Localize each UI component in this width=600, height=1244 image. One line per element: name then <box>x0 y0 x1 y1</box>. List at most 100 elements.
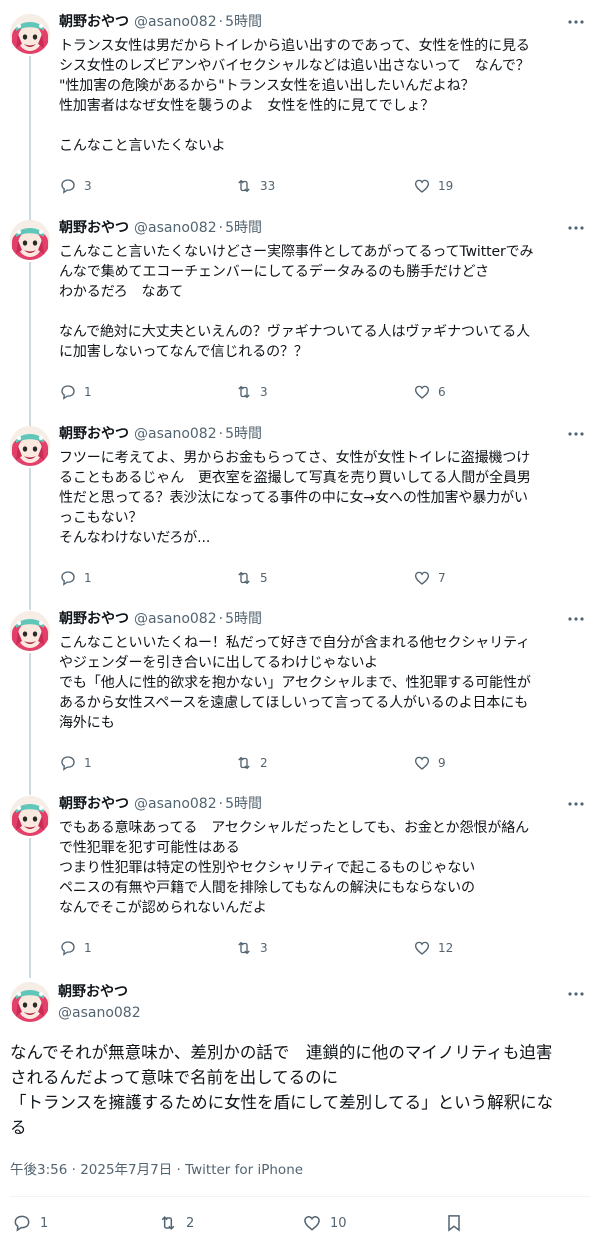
reply-button[interactable]: 1 <box>59 938 92 958</box>
retweet-button[interactable]: 3 <box>235 382 268 402</box>
separator: · <box>218 220 224 236</box>
like-count: 19 <box>438 179 454 193</box>
like-count: 7 <box>438 571 446 585</box>
tweet-time[interactable]: 5時間 <box>225 218 262 238</box>
bookmark-button[interactable] <box>444 1212 464 1234</box>
thread-tweet[interactable]: 朝野おやつ @asano082 · 5時間 トランス女性は男だからトイレから追い… <box>0 0 600 206</box>
tweet-actions: 1 5 7 <box>59 568 585 588</box>
reply-bubble-icon <box>59 939 77 957</box>
reply-button[interactable]: 1 <box>12 1212 48 1234</box>
like-button[interactable]: 10 <box>302 1212 347 1234</box>
more-dots-icon[interactable] <box>566 218 586 238</box>
tweet-actions: 1 2 9 <box>59 753 585 773</box>
reply-button[interactable]: 1 <box>59 382 92 402</box>
heart-icon <box>413 383 431 401</box>
reply-button[interactable]: 1 <box>59 753 92 773</box>
retweet-button[interactable]: 2 <box>235 753 268 773</box>
retweet-arrows-icon <box>235 569 253 587</box>
reply-bubble-icon <box>59 569 77 587</box>
main-tweet-actions: 1 2 10 <box>12 1212 492 1234</box>
retweet-arrows-icon <box>235 754 253 772</box>
heart-icon <box>413 939 431 957</box>
like-count: 6 <box>438 385 446 399</box>
main-tweet-text: なんでそれが無意味か、差別かの話で 連鎖的に他のマイノリティも迫害 されるんだよ… <box>10 1043 554 1137</box>
reply-count: 3 <box>84 179 92 193</box>
more-dots-icon[interactable] <box>566 794 586 814</box>
heart-icon <box>413 569 431 587</box>
avatar[interactable] <box>10 220 50 260</box>
like-count: 9 <box>438 756 446 770</box>
reply-button[interactable]: 1 <box>59 568 92 588</box>
author-name[interactable]: 朝野おやつ <box>59 794 129 814</box>
retweet-count: 33 <box>260 179 276 193</box>
tweet-header: 朝野おやつ @asano082 · 5時間 <box>59 218 262 238</box>
retweet-count: 2 <box>260 756 268 770</box>
more-dots-icon[interactable] <box>566 12 586 32</box>
author-name[interactable]: 朝野おやつ <box>59 12 129 32</box>
tweet-time[interactable]: 5時間 <box>225 424 262 444</box>
separator: · <box>218 796 224 812</box>
retweet-button[interactable]: 3 <box>235 938 268 958</box>
tweet-actions: 1 3 6 <box>59 382 585 402</box>
reply-button[interactable]: 3 <box>59 176 92 196</box>
tweet-text: トランス女性は男だからトイレから追い出すのであって、女性を性的に見る シス女性の… <box>59 38 530 154</box>
tweet-actions: 3 33 19 <box>59 176 585 196</box>
retweet-count: 3 <box>260 385 268 399</box>
more-dots-icon[interactable] <box>566 984 586 1004</box>
divider <box>10 1196 590 1197</box>
retweet-arrows-icon <box>235 939 253 957</box>
author-name[interactable]: 朝野おやつ <box>59 609 129 629</box>
tweet-time[interactable]: 5時間 <box>225 609 262 629</box>
like-button[interactable]: 19 <box>413 176 453 196</box>
tweet-time[interactable]: 5時間 <box>225 794 262 814</box>
tweet-timestamp[interactable]: 午後3:56 · 2025年7月7日 · Twitter for iPhone <box>10 1160 303 1180</box>
reply-bubble-icon <box>59 754 77 772</box>
like-button[interactable]: 7 <box>413 568 446 588</box>
retweet-arrows-icon <box>235 383 253 401</box>
retweet-button[interactable]: 33 <box>235 176 275 196</box>
more-dots-icon[interactable] <box>566 424 586 444</box>
author-handle[interactable]: @asano082 <box>134 218 217 238</box>
like-button[interactable]: 9 <box>413 753 446 773</box>
tweet-time[interactable]: 5時間 <box>225 12 262 32</box>
author-handle[interactable]: @asano082 <box>58 1003 141 1023</box>
heart-icon <box>302 1213 322 1233</box>
avatar[interactable] <box>10 14 50 54</box>
thread-tweet[interactable]: 朝野おやつ @asano082 · 5時間 でもある意味あってる アセクシャルだ… <box>0 782 600 972</box>
like-button[interactable]: 12 <box>413 938 453 958</box>
avatar[interactable] <box>10 982 50 1022</box>
like-button[interactable]: 6 <box>413 382 446 402</box>
tweet-text: こんなこと言いたくないけどさー実際事件としてあがってるってTwitterでみ ん… <box>59 244 534 360</box>
reply-count: 1 <box>84 571 92 585</box>
retweet-count: 2 <box>186 1215 195 1231</box>
reply-count: 1 <box>40 1215 49 1231</box>
tweet-header: 朝野おやつ @asano082 · 5時間 <box>59 12 262 32</box>
author-name[interactable]: 朝野おやつ <box>59 218 129 238</box>
bookmark-icon <box>444 1213 464 1233</box>
tweet-text: こんなこといいたくねー！私だって好きで自分が含まれる他セクシャリティ やジェンダ… <box>59 635 531 731</box>
avatar[interactable] <box>10 611 50 651</box>
retweet-button[interactable]: 5 <box>235 568 268 588</box>
author-handle[interactable]: @asano082 <box>134 609 217 629</box>
tweet-actions: 1 3 12 <box>59 938 585 958</box>
thread-tweet[interactable]: 朝野おやつ @asano082 · 5時間 こんなこと言いたくないけどさー実際事… <box>0 206 600 412</box>
reply-bubble-icon <box>12 1213 32 1233</box>
thread-tweet[interactable]: 朝野おやつ @asano082 · 5時間 フツーに考えてよ、男からお金もらって… <box>0 412 600 597</box>
author-handle[interactable]: @asano082 <box>134 794 217 814</box>
author-handle[interactable]: @asano082 <box>134 424 217 444</box>
thread-tweet[interactable]: 朝野おやつ @asano082 · 5時間 こんなこといいたくねー！私だって好き… <box>0 597 600 782</box>
author-name[interactable]: 朝野おやつ <box>58 982 128 1002</box>
main-tweet: 朝野おやつ @asano082 なんでそれが無意味か、差別かの話で 連鎖的に他の… <box>0 976 600 1244</box>
retweet-button[interactable]: 2 <box>158 1212 194 1234</box>
tweet-header: 朝野おやつ @asano082 · 5時間 <box>59 609 262 629</box>
author-handle[interactable]: @asano082 <box>134 12 217 32</box>
author-name[interactable]: 朝野おやつ <box>59 424 129 444</box>
avatar[interactable] <box>10 426 50 466</box>
tweet-header: 朝野おやつ @asano082 · 5時間 <box>59 424 262 444</box>
like-count: 10 <box>330 1215 347 1231</box>
tweet-text: でもある意味あってる アセクシャルだったとしても、お金とか怨恨が絡ん で性犯罪を… <box>59 820 530 916</box>
more-dots-icon[interactable] <box>566 609 586 629</box>
reply-count: 1 <box>84 756 92 770</box>
avatar[interactable] <box>10 796 50 836</box>
heart-icon <box>413 177 431 195</box>
